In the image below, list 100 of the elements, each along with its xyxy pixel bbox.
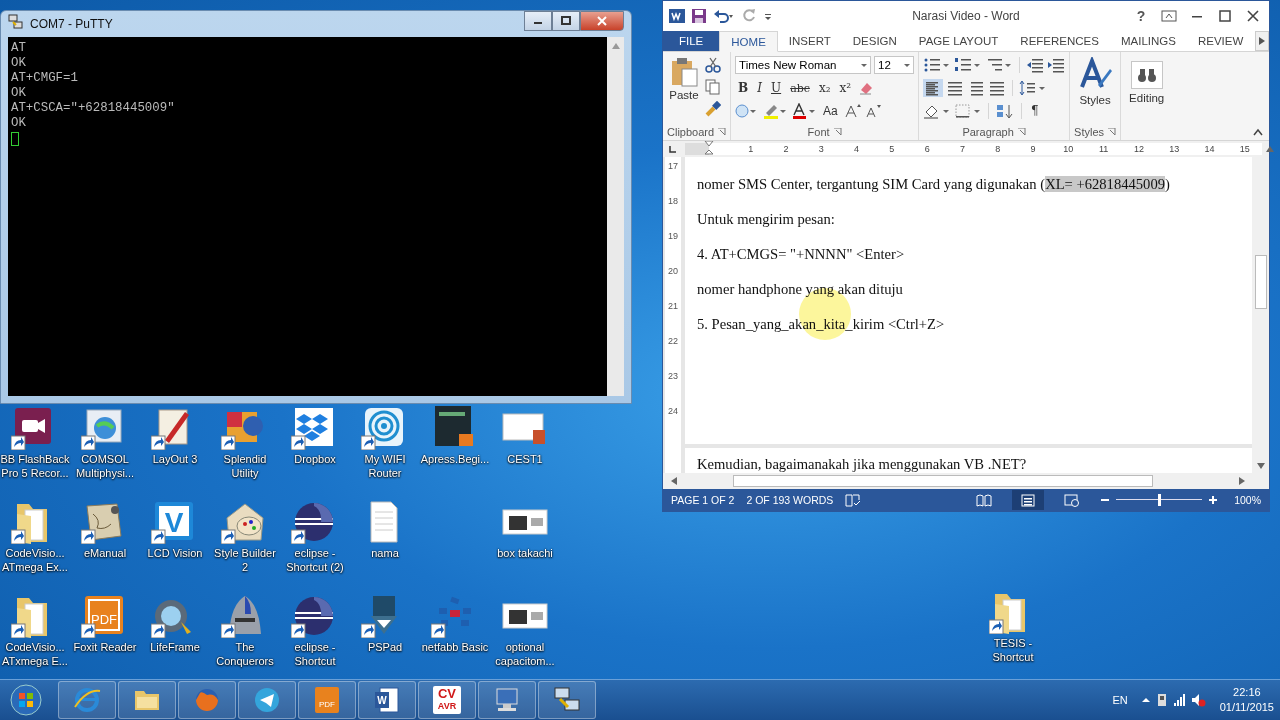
align-center-icon[interactable] [946,80,965,96]
show-formatting-button[interactable]: ¶ [1028,104,1042,118]
desktop-icon[interactable]: COMSOL Multiphysi... [70,406,140,480]
desktop-icon[interactable]: Style Builder 2 [210,500,280,574]
left-arrow-icon[interactable] [671,477,677,485]
ribbon-tab[interactable]: REFERENCES [1009,31,1110,51]
right-arrow-icon[interactable] [1239,477,1245,485]
editing-button[interactable]: Editing [1125,55,1169,140]
desktop-icon[interactable]: eclipse - Shortcut (2) [280,500,350,574]
ribbon-tab[interactable]: REVIEW [1186,31,1255,51]
bullets-icon[interactable] [923,57,952,73]
numbering-icon[interactable] [954,57,983,73]
language-indicator[interactable]: EN [1112,694,1128,706]
decrease-indent-icon[interactable] [1026,57,1045,73]
desktop-icon[interactable]: Splendid Utility [210,406,280,480]
collapse-ribbon-icon[interactable] [1253,128,1263,136]
scrollbar[interactable] [607,37,624,396]
save-icon[interactable] [691,8,707,24]
scroll-down-arrow[interactable] [1256,463,1265,469]
desktop-icon[interactable]: nama [350,500,420,560]
desktop-icon[interactable]: BB FlashBack Pro 5 Recor... [0,406,70,480]
desktop-icon[interactable]: LifeFrame [140,594,210,654]
bold-button[interactable]: B [735,81,752,95]
minimize-button[interactable] [524,11,552,31]
desktop-icon[interactable]: eclipse - Shortcut [280,594,350,668]
desktop-icon[interactable]: The Conquerors [210,594,280,668]
desktop-icon[interactable]: CodeVisio... ATmega Ex... [0,500,70,574]
change-case-button[interactable]: Aa [820,104,841,118]
desktop-icon[interactable]: CodeVisio... ATxmega E... [0,594,70,668]
ribbon-tab[interactable]: INSERT [777,31,842,51]
desktop-icon[interactable]: TESIS - Shortcut [978,590,1048,664]
ribbon-tab[interactable]: PAGE LAYOUT [907,31,1010,51]
taskbar-button[interactable]: W [358,681,416,719]
speaker-icon[interactable] [1189,692,1206,708]
word-count[interactable]: 2 OF 193 WORDS [746,494,834,506]
slider-thumb[interactable] [1158,494,1162,506]
clock-date[interactable]: 01/11/2015 [1219,700,1274,715]
taskbar-button[interactable] [58,681,116,719]
page-count[interactable]: PAGE 1 OF 2 [671,494,735,506]
proofing-book-icon[interactable] [845,493,862,507]
subscript-button[interactable]: x₂ [815,81,834,95]
borders-icon[interactable] [954,103,983,119]
taskbar-button[interactable] [238,681,296,719]
zoom-in-icon[interactable] [1208,495,1219,505]
underline-button[interactable]: U [768,81,785,95]
desktop-icon[interactable]: PSPad [350,594,420,654]
desktop-icon[interactable]: Apress.Begi... [420,406,490,466]
grow-font-icon[interactable] [843,103,862,119]
dialog-launcher-icon[interactable] [1108,128,1117,136]
styles-button[interactable]: Styles [1074,55,1117,124]
font-size-field[interactable]: 12 [874,56,915,74]
desktop-icon[interactable]: PDF Foxit Reader [70,594,140,654]
clock-time[interactable]: 22:16 [1233,685,1261,700]
scroll-right-button[interactable] [1255,31,1269,51]
desktop-icon[interactable]: eManual [70,500,140,560]
taskbar-button[interactable]: CV AVR [418,681,476,719]
desktop-icon[interactable]: box takachi [490,500,560,560]
copy-icon[interactable] [705,79,721,95]
paste-button[interactable]: Paste [667,55,701,124]
brush-icon[interactable] [705,101,721,117]
desktop-icon[interactable]: V LCD Vision [140,500,210,560]
file-tab[interactable]: FILE [663,31,720,51]
desktop-icon[interactable]: optional capacitom... [490,594,560,668]
undo-icon[interactable] [713,8,735,24]
ribbon-display-icon[interactable] [1159,8,1179,24]
desktop-icon[interactable]: My WIFI Router [350,406,420,480]
help-button[interactable]: ? [1131,8,1151,24]
scroll-thumb[interactable] [1255,255,1267,309]
maximize-button[interactable] [552,11,580,31]
superscript-button[interactable]: x² [836,81,855,95]
desktop-icon[interactable]: LayOut 3 [140,406,210,466]
tab-selector[interactable] [667,144,677,154]
horizontal-scrollbar[interactable] [663,473,1269,489]
shrink-font-icon[interactable] [864,103,883,119]
shading-icon[interactable] [923,103,952,119]
start-button[interactable] [10,684,42,716]
desktop-icon[interactable]: CEST1 [490,406,560,466]
font-color-icon[interactable] [791,103,818,119]
multilevel-list-icon[interactable] [985,57,1014,73]
line-spacing-icon[interactable] [1019,80,1048,96]
ribbon-tab[interactable]: DESIGN [841,31,908,51]
justify-icon[interactable] [988,80,1007,96]
close-button[interactable] [580,11,624,31]
italic-button[interactable]: I [754,81,765,95]
font-name-field[interactable]: Times New Roman [735,56,872,74]
taskbar-button[interactable] [178,681,236,719]
scroll-thumb[interactable] [733,475,1153,487]
dialog-launcher-icon[interactable] [1017,128,1026,136]
dialog-launcher-icon[interactable] [833,128,842,136]
scrollbar[interactable] [1252,157,1269,473]
taskbar-button[interactable] [478,681,536,719]
ribbon-tab[interactable]: HOME [719,31,778,52]
increase-indent-icon[interactable] [1047,57,1066,73]
taskbar-button[interactable] [538,681,596,719]
desktop-icon[interactable]: Dropbox [280,406,350,466]
taskbar-button[interactable] [118,681,176,719]
desktop-icon[interactable]: netfabb Basic [420,594,490,654]
view-button[interactable] [1012,490,1045,510]
dialog-launcher-icon[interactable] [718,128,727,136]
zoom-level[interactable]: 100% [1234,494,1261,506]
